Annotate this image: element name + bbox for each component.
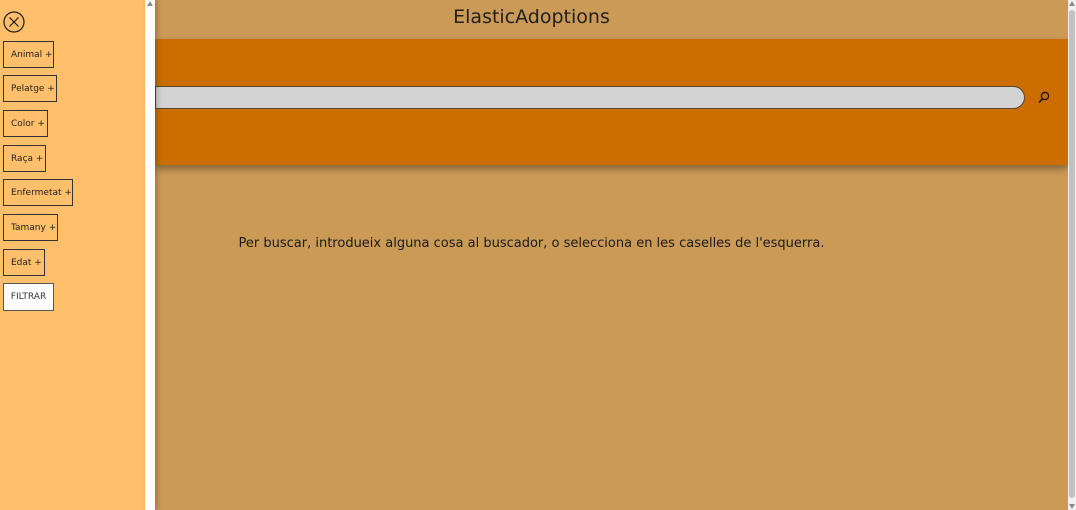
scroll-down-arrow-icon[interactable] (1069, 504, 1075, 509)
page-title: ElasticAdoptions (453, 6, 610, 28)
filter-enfermetat-button[interactable]: Enfermetat + (3, 179, 73, 206)
filter-submit-button[interactable]: FILTRAR (3, 283, 54, 311)
filter-edat-button[interactable]: Edat + (3, 249, 45, 276)
close-sidebar-button[interactable] (3, 11, 25, 33)
filter-sidebar: Animal + Pelatge + Color + Raça + Enferm… (0, 0, 145, 510)
filter-raca-button[interactable]: Raça + (3, 145, 46, 172)
filter-tamany-button[interactable]: Tamany + (3, 214, 58, 241)
scroll-up-arrow-icon[interactable] (147, 1, 153, 6)
filter-pelatge-button[interactable]: Pelatge + (3, 75, 57, 102)
search-icon (1038, 91, 1050, 103)
page-scrollbar[interactable] (1068, 0, 1076, 510)
close-circle-icon (3, 11, 25, 33)
filter-animal-button[interactable]: Animal + (3, 41, 54, 68)
scrollbar-thumb[interactable] (1069, 10, 1075, 498)
search-input[interactable] (155, 86, 1025, 109)
filter-color-button[interactable]: Color + (3, 110, 48, 137)
search-bar-section (155, 39, 1068, 165)
search-button[interactable] (1035, 88, 1053, 108)
sidebar-scrollbar[interactable] (145, 0, 155, 510)
scroll-up-arrow-icon[interactable] (1069, 1, 1075, 6)
search-instructions: Per buscar, introdueix alguna cosa al bu… (238, 236, 825, 251)
